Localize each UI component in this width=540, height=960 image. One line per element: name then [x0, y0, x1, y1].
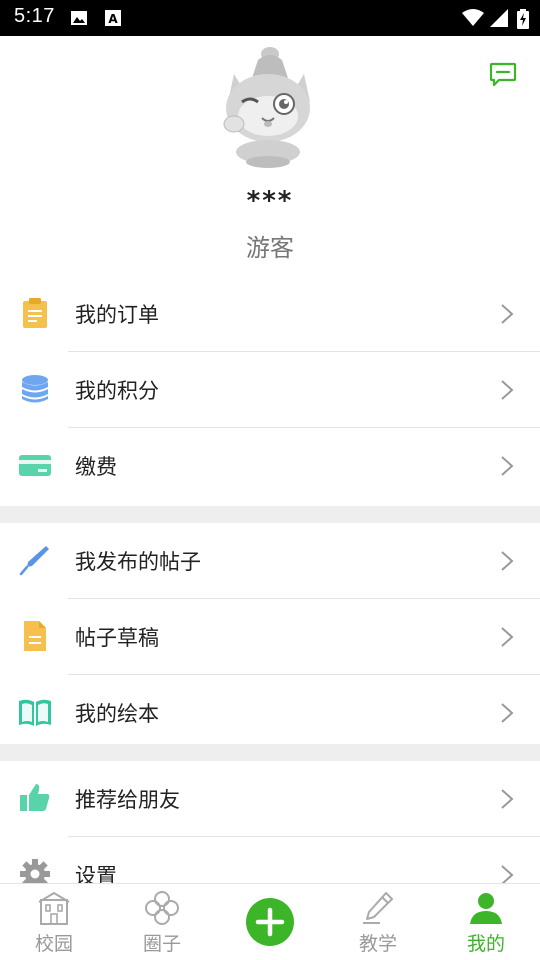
section-gap: [0, 506, 540, 523]
chevron-right-icon: [501, 551, 514, 571]
book-icon: [19, 699, 51, 726]
menu-section-account: 我的订单 我的积分 缴费: [0, 276, 540, 504]
profile-header: *** 游客: [0, 36, 540, 276]
menu-item-points[interactable]: 我的积分: [0, 352, 540, 428]
chevron-right-icon: [501, 703, 514, 723]
pencil-icon: [363, 892, 393, 924]
nav-label-campus: 校园: [34, 933, 73, 955]
nav-item-teaching[interactable]: 教学: [324, 884, 432, 960]
campus-icon: [38, 891, 70, 925]
menu-label-points: 我的积分: [75, 379, 159, 403]
menu-item-picture-books[interactable]: 我的绘本: [0, 675, 540, 751]
clover-icon: [145, 891, 179, 925]
chevron-right-icon: [501, 380, 514, 400]
coins-stack-icon: [22, 375, 48, 403]
message-icon[interactable]: [489, 60, 517, 88]
menu-item-recommend[interactable]: 推荐给朋友: [0, 761, 540, 837]
battery-charging-icon: [517, 9, 529, 29]
nav-item-mine[interactable]: 我的: [432, 884, 540, 960]
nav-item-campus[interactable]: 校园: [0, 884, 108, 960]
wifi-icon: [462, 9, 484, 26]
menu-item-drafts[interactable]: 帖子草稿: [0, 599, 540, 675]
menu-label-picture-books: 我的绘本: [75, 702, 159, 726]
chevron-right-icon: [501, 627, 514, 647]
menu-item-orders[interactable]: 我的订单: [0, 276, 540, 352]
nav-label-circle: 圈子: [142, 933, 181, 955]
clipboard-icon: [23, 298, 47, 328]
chevron-right-icon: [501, 304, 514, 324]
menu-item-payment[interactable]: 缴费: [0, 428, 540, 504]
document-icon: [24, 621, 46, 651]
person-icon: [470, 893, 502, 924]
svg-text:A: A: [108, 12, 118, 26]
avatar[interactable]: [218, 46, 318, 170]
card-icon: [19, 455, 51, 476]
nav-label-mine: 我的: [466, 933, 505, 955]
menu-label-recommend: 推荐给朋友: [75, 788, 180, 812]
a-badge-icon: A: [105, 10, 121, 26]
menu-section-posts: 我发布的帖子 帖子草稿 我的绘本: [0, 523, 540, 751]
status-time: 5:17: [14, 5, 55, 27]
thumbs-up-icon: [20, 784, 50, 811]
user-role: 游客: [246, 234, 294, 262]
username: ***: [246, 186, 294, 216]
add-icon: [255, 907, 285, 937]
chevron-right-icon: [501, 456, 514, 476]
signal-icon: [490, 9, 508, 27]
nav-item-circle[interactable]: 圈子: [108, 884, 216, 960]
status-bar: 5:17 A: [0, 0, 540, 36]
nav-label-teaching: 教学: [358, 933, 397, 955]
image-icon: [71, 11, 87, 25]
add-button[interactable]: [246, 898, 294, 946]
menu-label-drafts: 帖子草稿: [75, 626, 159, 650]
section-gap: [0, 744, 540, 761]
chevron-right-icon: [501, 789, 514, 809]
menu-label-orders: 我的订单: [75, 303, 159, 327]
pen-icon: [19, 546, 49, 576]
menu-item-my-posts[interactable]: 我发布的帖子: [0, 523, 540, 599]
menu-label-payment: 缴费: [75, 455, 117, 479]
bottom-nav: 校园 圈子 教学 我的: [0, 883, 540, 960]
menu-label-my-posts: 我发布的帖子: [75, 550, 201, 574]
